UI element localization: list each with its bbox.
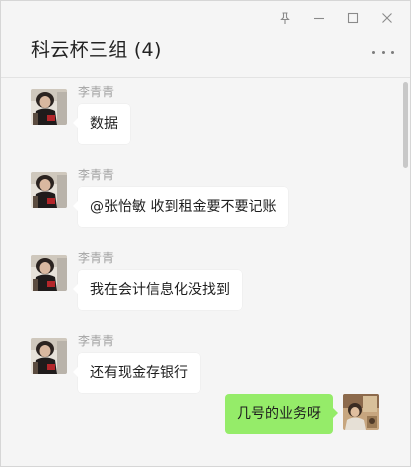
sender-name: 李青青 (78, 334, 115, 348)
pin-icon[interactable] (268, 7, 302, 29)
message-body: 李青青 数据 (73, 85, 130, 144)
message-bubble[interactable]: @张怡敏 收到租金要不要记账 (72, 187, 289, 227)
avatar[interactable] (31, 255, 67, 291)
maximize-icon[interactable] (336, 7, 370, 29)
more-dots-icon[interactable] (372, 45, 394, 59)
message-body: 李青青 我在会计信息化没找到 (73, 251, 242, 310)
title-bar: 科云杯三组 (4) (1, 1, 410, 78)
sender-name: 李青青 (78, 85, 115, 99)
avatar[interactable] (31, 89, 67, 125)
avatar[interactable] (31, 172, 67, 208)
avatar[interactable] (31, 338, 67, 374)
sender-name: 李青青 (78, 251, 115, 265)
message-bubble[interactable]: 还有现金存银行 (73, 353, 200, 393)
message-bubble[interactable]: 数据 (73, 104, 130, 144)
window-controls (268, 7, 404, 29)
close-icon[interactable] (370, 7, 404, 29)
self-avatar[interactable] (343, 394, 379, 430)
message-bubble[interactable]: 我在会计信息化没找到 (73, 270, 242, 310)
self-message-item: 几号的业务呀 (225, 394, 379, 434)
scrollbar[interactable] (403, 82, 408, 168)
message-item: 李青青 @张怡敏 收到租金要不要记账 (31, 168, 289, 227)
chat-title: 科云杯三组 (4) (31, 39, 162, 61)
self-message-bubble[interactable]: 几号的业务呀 (225, 394, 338, 434)
chat-window: 科云杯三组 (4) 李青青 数据 李青青 @张怡敏 收到租金要不要记账 李青青 … (0, 0, 411, 467)
sender-name: 李青青 (78, 168, 115, 182)
message-body: 李青青 还有现金存银行 (73, 334, 200, 393)
minimize-icon[interactable] (302, 7, 336, 29)
message-body: 李青青 @张怡敏 收到租金要不要记账 (72, 168, 289, 227)
message-list[interactable]: 李青青 数据 李青青 @张怡敏 收到租金要不要记账 李青青 我在会计信息化没找到… (1, 78, 410, 466)
message-item: 李青青 数据 (31, 85, 130, 144)
message-item: 李青青 我在会计信息化没找到 (31, 251, 242, 310)
message-item: 李青青 还有现金存银行 (31, 334, 200, 393)
